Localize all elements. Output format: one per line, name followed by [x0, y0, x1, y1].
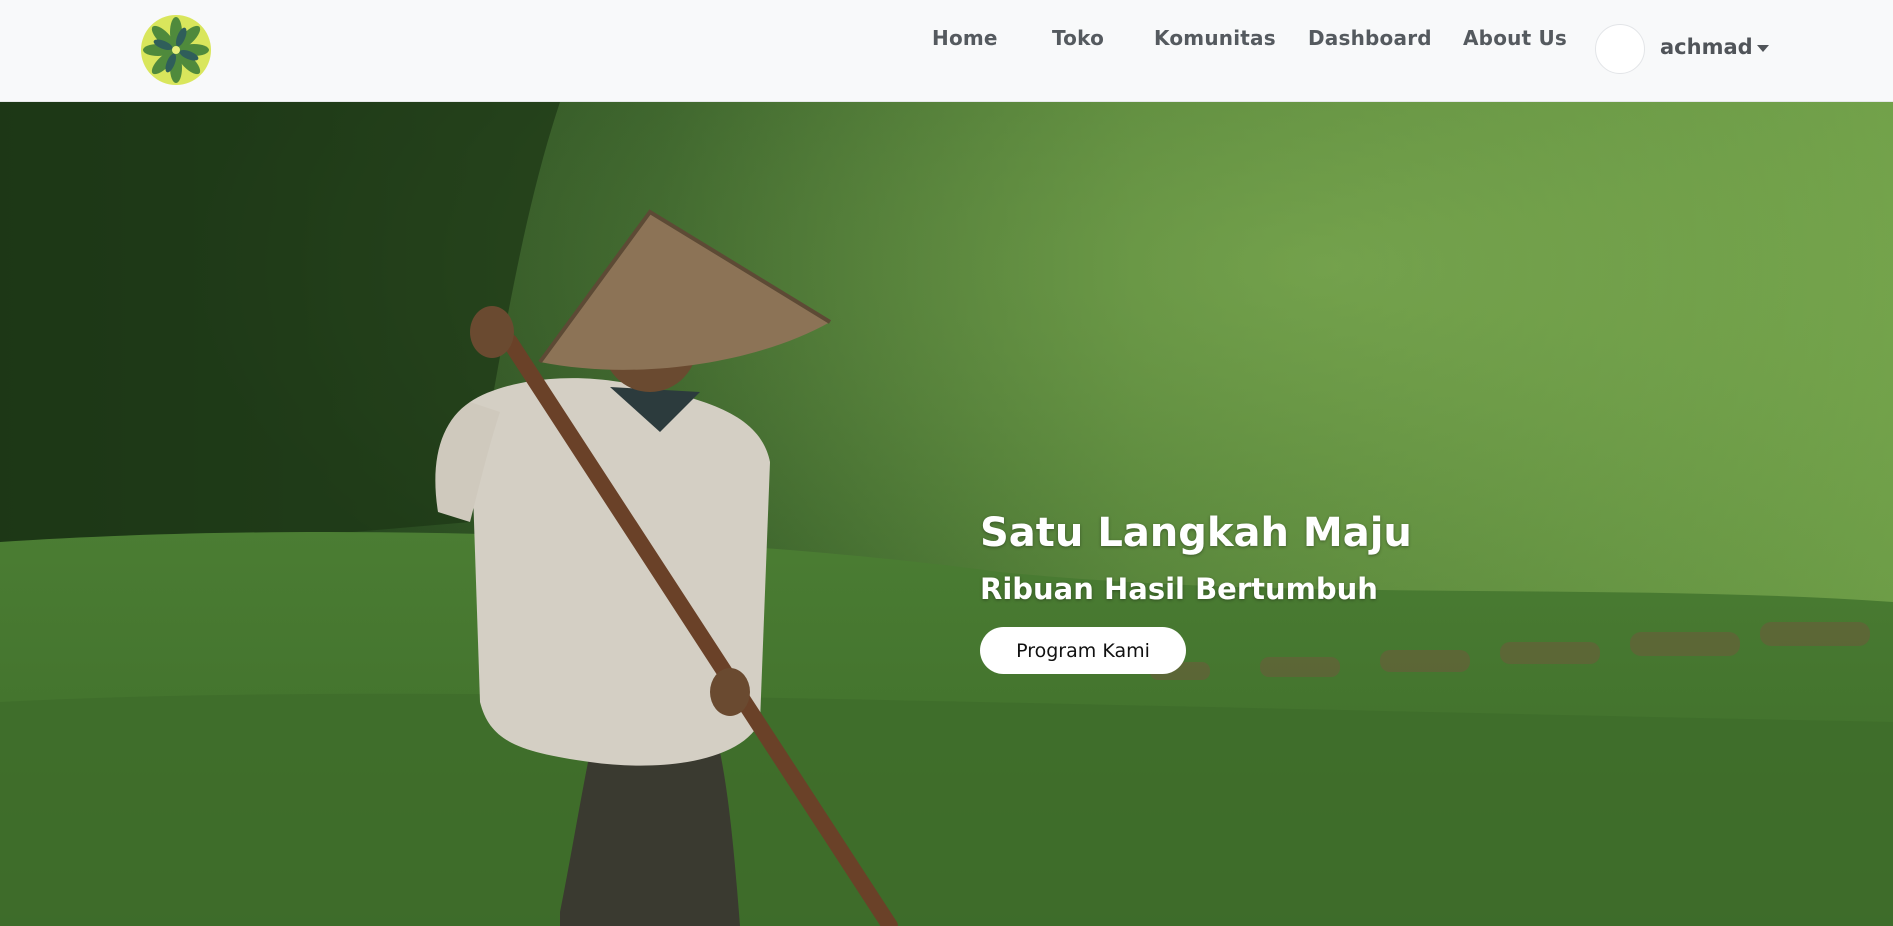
nav-link-toko[interactable]: Toko [1052, 26, 1104, 50]
flower-logo-icon[interactable] [140, 14, 212, 86]
nav-link-dashboard[interactable]: Dashboard [1308, 26, 1432, 50]
hero-section: Satu Langkah Maju Ribuan Hasil Bertumbuh… [0, 102, 1893, 926]
nav-link-about-us[interactable]: About Us [1463, 26, 1567, 50]
navbar: Home Toko Komunitas Dashboard About Us a… [0, 0, 1893, 102]
hero-subtitle: Ribuan Hasil Bertumbuh [980, 572, 1378, 606]
program-kami-button[interactable]: Program Kami [980, 627, 1186, 674]
nav-link-komunitas[interactable]: Komunitas [1154, 26, 1276, 50]
hero-title: Satu Langkah Maju [980, 510, 1412, 556]
user-menu-name[interactable]: achmad [1660, 35, 1753, 59]
caret-down-icon[interactable] [1757, 45, 1769, 52]
farmer-in-field-photo [0, 102, 1893, 926]
nav-link-home[interactable]: Home [932, 26, 998, 50]
avatar[interactable] [1595, 24, 1645, 74]
